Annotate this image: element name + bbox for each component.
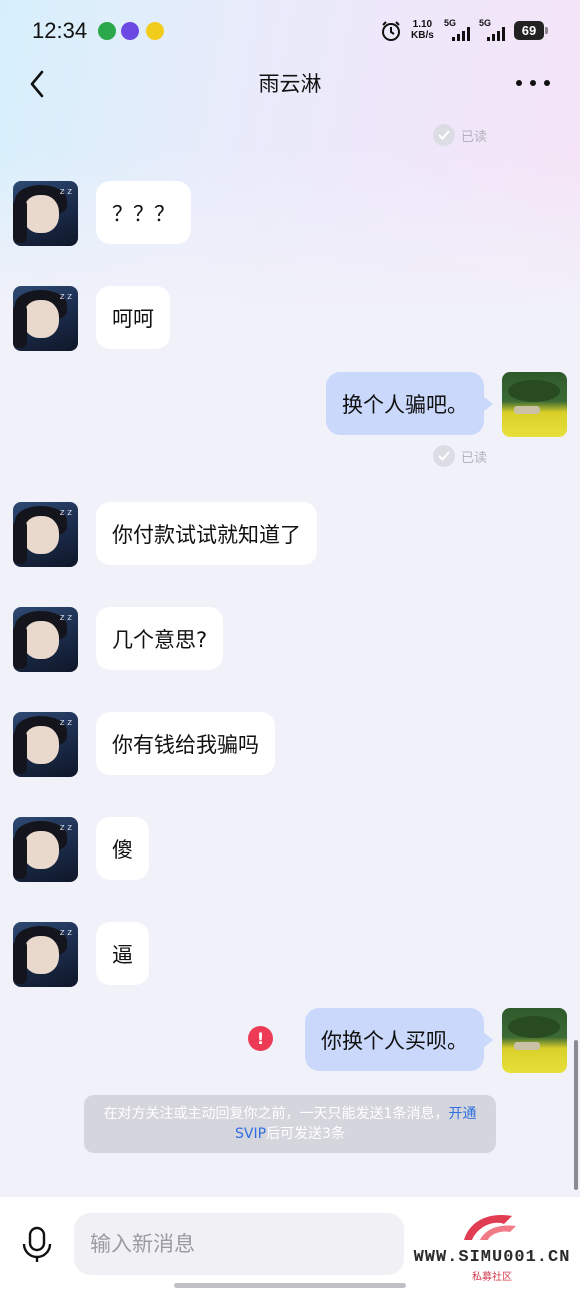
signal-2-icon [487, 27, 505, 41]
sticker-app-icon [121, 22, 139, 40]
battery-indicator: 69 [514, 21, 548, 40]
contact-avatar[interactable]: z z [13, 712, 78, 777]
my-avatar[interactable] [502, 1008, 567, 1073]
check-icon [433, 124, 455, 146]
message-bubble-outgoing[interactable]: 换个人骗吧。 [326, 372, 493, 435]
message-bubble-incoming[interactable]: 逼 [96, 922, 149, 985]
send-limit-notice: 在对方关注或主动回复你之前，一天只能发送1条消息，开通SVIP后可发送3条 [84, 1095, 496, 1153]
sim-app-icon [146, 22, 164, 40]
contact-avatar[interactable]: z z [13, 502, 78, 567]
message-bubble-incoming[interactable]: 傻 [96, 817, 149, 880]
scrollbar[interactable] [574, 1040, 578, 1190]
check-icon [433, 445, 455, 467]
message-input[interactable]: 输入新消息 [74, 1213, 404, 1275]
net-speed: 1.10 KB/s [411, 19, 434, 41]
china-mobile-icon [98, 22, 116, 40]
my-avatar[interactable] [502, 372, 567, 437]
read-receipt: 已读 [433, 124, 487, 146]
status-bar: 12:34 1.10 KB/s 5G 5G 69 [0, 0, 580, 62]
status-time: 12:34 [32, 18, 88, 43]
chat-title: 雨云淋 [258, 72, 322, 96]
voice-input-icon[interactable] [20, 1226, 54, 1264]
message-bubble-incoming[interactable]: 你付款试试就知道了 [96, 502, 317, 565]
background-fade [0, 150, 580, 310]
message-bubble-incoming[interactable]: 呵呵 [96, 286, 170, 349]
send-failed-icon[interactable]: ! [248, 1026, 273, 1051]
chat-header: 雨云淋 [0, 62, 580, 106]
message-bubble-incoming[interactable]: 几个意思? [96, 607, 224, 670]
contact-avatar[interactable]: z z [13, 181, 78, 246]
alarm-icon [382, 21, 400, 41]
message-bubble-incoming[interactable]: 你有钱给我骗吗 [96, 712, 275, 775]
watermark-subtitle: 私募社区 [472, 1272, 512, 1283]
home-indicator[interactable] [174, 1283, 406, 1288]
watermark-logo-icon [464, 1215, 516, 1240]
message-bubble-outgoing[interactable]: 你换个人买呗。 [305, 1008, 493, 1071]
more-button[interactable] [516, 80, 550, 88]
watermark: WWW.SIMU001.CN 私募社区 [404, 1210, 580, 1284]
contact-avatar[interactable]: z z [13, 922, 78, 987]
signal-1-icon [452, 27, 470, 41]
contact-avatar[interactable]: z z [13, 607, 78, 672]
message-bubble-incoming[interactable]: ？？？ [96, 181, 191, 244]
contact-avatar[interactable]: z z [13, 286, 78, 351]
contact-avatar[interactable]: z z [13, 817, 78, 882]
read-receipt: 已读 [433, 445, 487, 467]
watermark-text: WWW.SIMU001.CN [413, 1248, 571, 1267]
